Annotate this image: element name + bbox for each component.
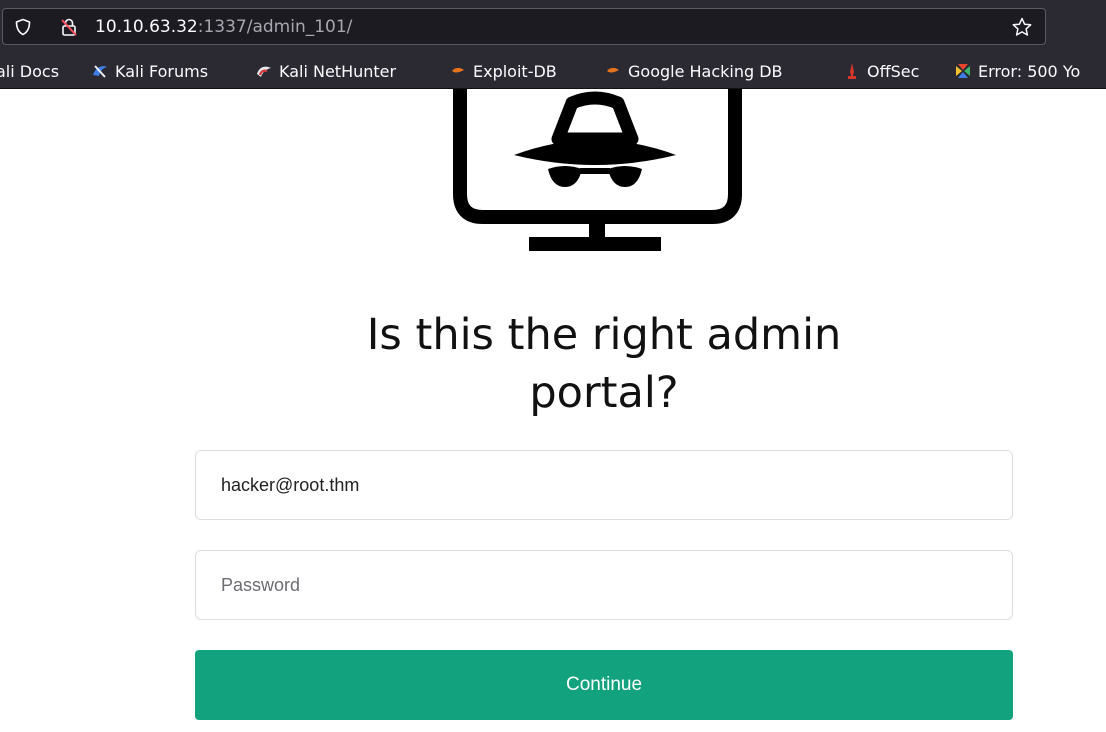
error-page-icon [956, 64, 970, 78]
bookmark-label: ali Docs [0, 61, 60, 81]
continue-button[interactable]: Continue [195, 650, 1013, 720]
bookmark-label: Kali Forums [115, 61, 209, 81]
bookmark-error-page[interactable]: Error: 500 Yo [954, 61, 1080, 81]
star-bookmark-icon[interactable] [1011, 16, 1033, 38]
email-field[interactable] [195, 450, 1013, 520]
url-host: 10.10.63.32 [95, 17, 198, 37]
url-path: :1337/admin_101/ [197, 17, 353, 37]
kali-forums-icon [93, 65, 107, 78]
kali-nethunter-icon [257, 66, 271, 77]
bookmark-exploit-db[interactable]: Exploit-DB [449, 61, 557, 81]
google-hacking-db-icon [607, 67, 619, 73]
bookmark-kali-docs[interactable]: ali Docs [0, 61, 59, 81]
url-text[interactable]: 10.10.63.32:1337/admin_101/ [95, 17, 352, 37]
offsec-icon [848, 63, 856, 79]
insecure-lock-icon[interactable] [59, 17, 79, 37]
exploit-db-icon [452, 67, 464, 73]
bookmark-google-hacking-db[interactable]: Google Hacking DB [604, 61, 783, 81]
shield-icon[interactable] [14, 18, 32, 36]
browser-toolbar: 10.10.63.32:1337/admin_101/ [0, 0, 1106, 54]
bookmark-kali-nethunter[interactable]: Kali NetHunter [255, 61, 396, 81]
bookmark-label: Exploit-DB [473, 61, 557, 81]
password-field[interactable] [195, 550, 1013, 620]
address-bar[interactable]: 10.10.63.32:1337/admin_101/ [2, 8, 1046, 45]
bookmark-offsec[interactable]: OffSec [843, 61, 919, 81]
bookmark-label: Google Hacking DB [628, 61, 783, 81]
bookmark-label: Error: 500 Yo [978, 61, 1081, 81]
bookmarks-toolbar: ali Docs Kali Forums Kali NetHunter Expl… [0, 54, 1106, 89]
page-title: Is this the right admin portal? [254, 306, 954, 422]
page-title-line1: Is this the right admin [366, 310, 842, 360]
bookmark-label: OffSec [867, 61, 920, 81]
bookmark-label: Kali NetHunter [279, 61, 397, 81]
page-title-line2: portal? [529, 368, 679, 418]
hacker-monitor-icon [453, 89, 742, 251]
bookmark-kali-forums[interactable]: Kali Forums [91, 61, 208, 81]
